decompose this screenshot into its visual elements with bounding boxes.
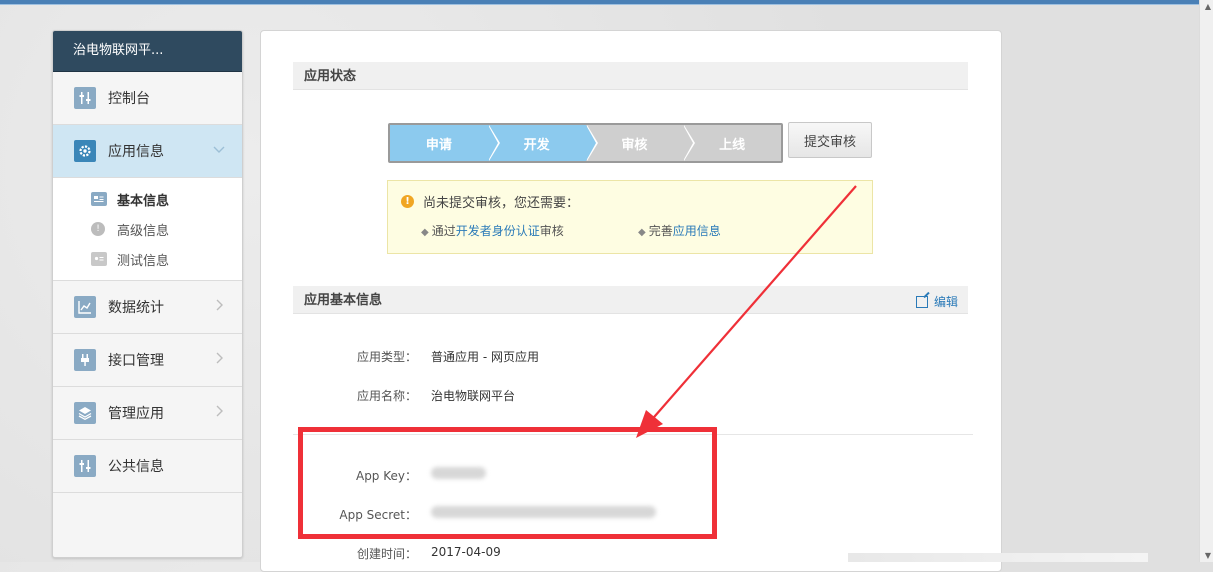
bottom-edge [848, 553, 1148, 562]
step-arrow [487, 125, 498, 161]
step-arrow [683, 125, 694, 161]
scroll-down-arrow-icon[interactable]: ▼ [1205, 551, 1211, 560]
scroll-up-arrow-icon[interactable]: ▲ [1205, 2, 1211, 11]
annotation-arrow [636, 185, 857, 438]
scrollbar[interactable]: ▲ ▼ [1199, 0, 1213, 562]
step-arrow [585, 125, 596, 161]
